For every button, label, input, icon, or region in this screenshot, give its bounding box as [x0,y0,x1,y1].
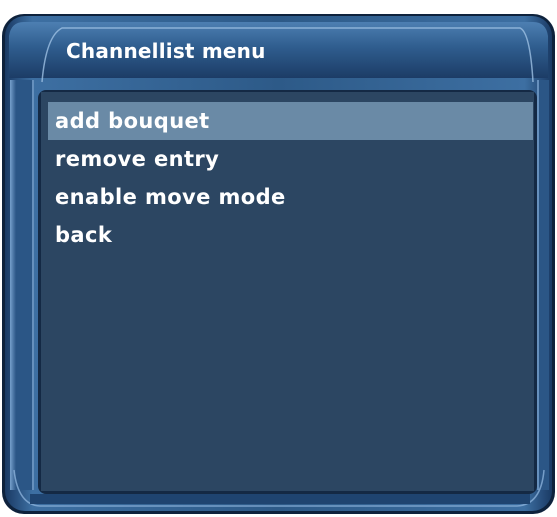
window-frame [2,14,555,514]
menu-title: Channellist menu [66,39,266,63]
menu-item-back[interactable]: back [48,216,533,254]
channellist-menu-window: Channellist menu add bouquet remove entr… [0,0,557,517]
menu-item-add-bouquet[interactable]: add bouquet [48,102,533,140]
menu-item-remove-entry[interactable]: remove entry [48,140,533,178]
menu-list: add bouquet remove entry enable move mod… [48,102,533,254]
menu-item-enable-move-mode[interactable]: enable move mode [48,178,533,216]
